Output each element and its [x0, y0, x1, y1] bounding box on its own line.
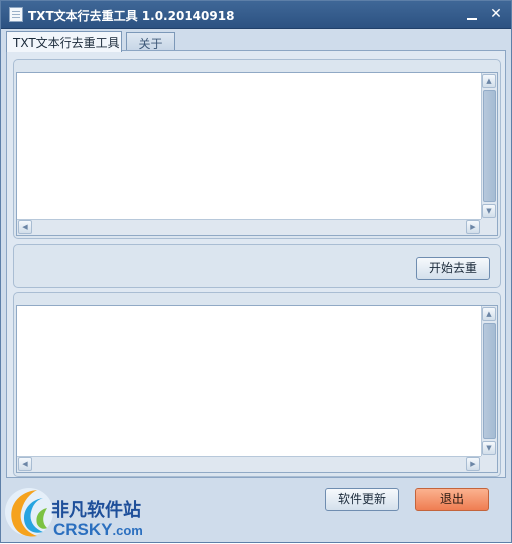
output-vertical-scrollbar[interactable]: ▲ ▼	[481, 306, 497, 456]
start-dedup-button[interactable]: 开始去重	[416, 257, 490, 280]
output-text-content[interactable]	[17, 306, 481, 456]
input-text-content[interactable]	[17, 73, 481, 219]
triangle-left-icon[interactable]: ◀	[18, 220, 32, 234]
minimize-button[interactable]	[463, 5, 481, 23]
app-document-icon	[9, 7, 23, 22]
crsky-watermark: 非凡软件站 CRSKY.com	[1, 482, 161, 544]
tab-dedup-tool[interactable]: TXT文本行去重工具	[6, 31, 122, 52]
scroll-corner	[481, 219, 497, 235]
watermark-domain: .com	[112, 523, 143, 538]
crsky-logo-icon	[5, 488, 53, 537]
close-button[interactable]: ✕	[487, 5, 505, 23]
output-scroll-thumb[interactable]	[483, 323, 496, 439]
triangle-right-icon[interactable]: ▶	[466, 220, 480, 234]
tab-about[interactable]: 关于	[126, 32, 175, 51]
watermark-chinese-text: 非凡软件站	[51, 500, 141, 521]
exit-button[interactable]: 退出	[415, 488, 489, 511]
output-textbox[interactable]: ▲ ▼ ◀ ▶	[16, 305, 498, 473]
input-horizontal-scrollbar[interactable]: ◀ ▶	[17, 219, 481, 235]
triangle-right-icon[interactable]: ▶	[466, 457, 480, 471]
triangle-up-icon[interactable]: ▲	[482, 307, 496, 321]
action-group: 开始去重	[13, 244, 501, 288]
output-horizontal-scrollbar[interactable]: ◀ ▶	[17, 456, 481, 472]
tab-panel: ▲ ▼ ◀ ▶ 开始去重 ▲ ▼ ◀ ▶	[6, 50, 506, 478]
input-group: ▲ ▼ ◀ ▶	[13, 59, 501, 239]
window-title: TXT文本行去重工具 1.0.20140918	[28, 9, 235, 23]
scroll-corner	[481, 456, 497, 472]
software-update-button[interactable]: 软件更新	[325, 488, 399, 511]
title-bar[interactable]: TXT文本行去重工具 1.0.20140918 ✕	[1, 1, 511, 29]
watermark-brand: CRSKY	[53, 520, 113, 539]
triangle-down-icon[interactable]: ▼	[482, 441, 496, 455]
input-textbox[interactable]: ▲ ▼ ◀ ▶	[16, 72, 498, 236]
watermark-english-text: CRSKY.com	[53, 520, 143, 540]
triangle-left-icon[interactable]: ◀	[18, 457, 32, 471]
input-scroll-thumb[interactable]	[483, 90, 496, 202]
output-group: ▲ ▼ ◀ ▶	[13, 292, 501, 477]
input-vertical-scrollbar[interactable]: ▲ ▼	[481, 73, 497, 219]
triangle-up-icon[interactable]: ▲	[482, 74, 496, 88]
triangle-down-icon[interactable]: ▼	[482, 204, 496, 218]
app-window: TXT文本行去重工具 1.0.20140918 ✕ TXT文本行去重工具 关于 …	[0, 0, 512, 543]
